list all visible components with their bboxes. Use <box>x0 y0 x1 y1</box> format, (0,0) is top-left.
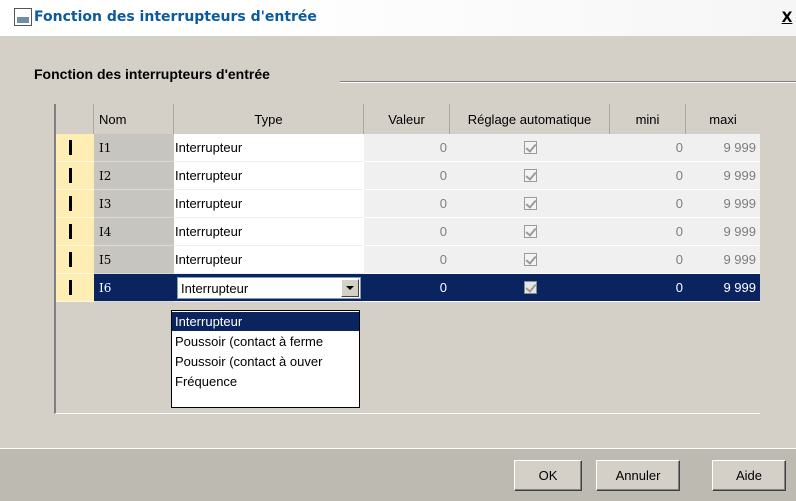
table-row[interactable]: I5 Interrupteur 0 0 9 999 <box>56 246 760 274</box>
cell-reglage-auto <box>450 190 610 218</box>
window-title: Fonction des interrupteurs d'entrée <box>34 9 317 25</box>
auto-checkbox <box>523 141 537 154</box>
row-marker <box>56 134 94 162</box>
cell-reglage-auto <box>450 274 610 302</box>
cell-type-editor: Interrupteur <box>174 274 364 302</box>
row-marker <box>56 274 94 302</box>
cell-reglage-auto <box>450 246 610 274</box>
dropdown-option-poussoir-fermeture[interactable]: Poussoir (contact à ferme <box>172 332 359 351</box>
header-maxi[interactable]: maxi <box>686 104 760 134</box>
header-reglage-auto[interactable]: Réglage automatique <box>450 104 610 134</box>
group-title: Fonction des interrupteurs d'entrée <box>34 66 276 82</box>
cell-mini[interactable]: 0 <box>610 134 686 162</box>
cell-mini[interactable]: 0 <box>610 218 686 246</box>
cell-nom: I3 <box>94 190 174 218</box>
app-icon <box>14 8 32 26</box>
cell-nom: I5 <box>94 246 174 274</box>
cell-reglage-auto <box>450 134 610 162</box>
title-bar: Fonction des interrupteurs d'entrée X <box>0 0 796 36</box>
ok-button[interactable]: OK <box>514 460 582 491</box>
cell-maxi[interactable]: 9 999 <box>686 162 760 190</box>
dropdown-option-interrupteur[interactable]: Interrupteur <box>172 312 359 331</box>
cell-maxi[interactable]: 9 999 <box>686 190 760 218</box>
dropdown-option-poussoir-ouverture[interactable]: Poussoir (contact à ouver <box>172 352 359 371</box>
cell-valeur[interactable]: 0 <box>364 218 450 246</box>
row-marker <box>56 246 94 274</box>
header-valeur[interactable]: Valeur <box>364 104 450 134</box>
cell-nom: I6 <box>94 274 174 302</box>
cell-type[interactable]: Interrupteur <box>174 162 364 190</box>
type-combobox[interactable]: Interrupteur <box>177 277 361 299</box>
cell-reglage-auto <box>450 162 610 190</box>
row-marker <box>56 190 94 218</box>
cell-nom: I4 <box>94 218 174 246</box>
cell-mini[interactable]: 0 <box>610 162 686 190</box>
table-row-selected[interactable]: I6 Interrupteur 0 0 9 999 <box>56 274 760 302</box>
cell-mini[interactable]: 0 <box>610 246 686 274</box>
cell-valeur[interactable]: 0 <box>364 162 450 190</box>
cell-type[interactable]: Interrupteur <box>174 134 364 162</box>
table-row[interactable]: I4 Interrupteur 0 0 9 999 <box>56 218 760 246</box>
dropdown-option-frequence[interactable]: Fréquence <box>172 372 359 391</box>
cell-nom: I2 <box>94 162 174 190</box>
auto-checkbox <box>523 169 537 182</box>
cell-valeur[interactable]: 0 <box>364 246 450 274</box>
auto-checkbox <box>523 281 537 294</box>
cell-mini[interactable]: 0 <box>610 190 686 218</box>
cell-type[interactable]: Interrupteur <box>174 190 364 218</box>
chevron-down-icon[interactable] <box>341 279 359 297</box>
type-dropdown-list: Interrupteur Poussoir (contact à ferme P… <box>171 310 360 408</box>
cell-mini[interactable]: 0 <box>610 274 686 302</box>
cell-maxi[interactable]: 9 999 <box>686 274 760 302</box>
close-button[interactable]: X <box>780 10 794 26</box>
type-combobox-value: Interrupteur <box>181 280 249 296</box>
cell-valeur[interactable]: 0 <box>364 134 450 162</box>
cell-reglage-auto <box>450 218 610 246</box>
auto-checkbox <box>523 197 537 210</box>
cell-maxi[interactable]: 9 999 <box>686 246 760 274</box>
header-marker <box>56 104 94 134</box>
row-marker <box>56 162 94 190</box>
cell-type[interactable]: Interrupteur <box>174 246 364 274</box>
cell-valeur[interactable]: 0 <box>364 274 450 302</box>
header-mini[interactable]: mini <box>610 104 686 134</box>
input-switch-grid: Nom Type Valeur Réglage automatique mini… <box>54 104 760 414</box>
table-row[interactable]: I3 Interrupteur 0 0 9 999 <box>56 190 760 218</box>
header-type[interactable]: Type <box>174 104 364 134</box>
header-nom[interactable]: Nom <box>94 104 174 134</box>
auto-checkbox <box>523 225 537 238</box>
cell-valeur[interactable]: 0 <box>364 190 450 218</box>
cell-maxi[interactable]: 9 999 <box>686 134 760 162</box>
row-marker <box>56 218 94 246</box>
table-row[interactable]: I2 Interrupteur 0 0 9 999 <box>56 162 760 190</box>
cell-nom: I1 <box>94 134 174 162</box>
help-button[interactable]: Aide <box>712 460 786 491</box>
group-divider <box>340 81 796 83</box>
table-row[interactable]: I1 Interrupteur 0 0 9 999 <box>56 134 760 162</box>
cell-type[interactable]: Interrupteur <box>174 218 364 246</box>
auto-checkbox <box>523 253 537 266</box>
cancel-button[interactable]: Annuler <box>596 460 680 491</box>
cell-maxi[interactable]: 9 999 <box>686 218 760 246</box>
